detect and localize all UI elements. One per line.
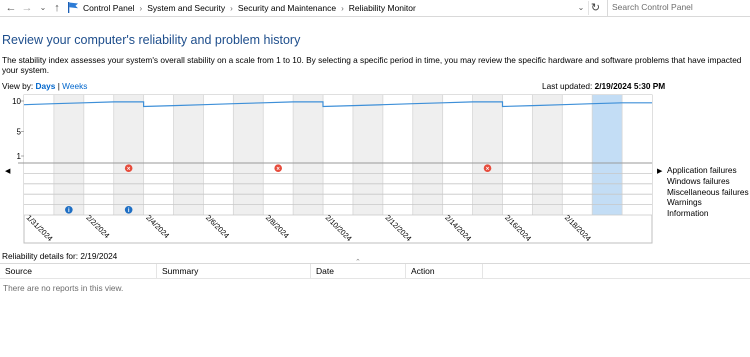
sort-arrow-icon: ⌃ — [355, 259, 361, 266]
chart-column-2/16[interactable] — [502, 95, 533, 215]
chart-column-2/18[interactable] — [562, 95, 593, 215]
chart-column-2/19[interactable] — [592, 95, 623, 215]
page-title: Review your computer's reliability and p… — [2, 33, 301, 47]
chart-column-2/1[interactable] — [53, 95, 84, 215]
chart-column-2/7[interactable] — [233, 95, 264, 215]
y-tick-label: 10 — [12, 97, 21, 106]
reliability-chart[interactable]: 10 5 1 × × × i i 1/31/2024 2/2/2024 2/4/2024 2/6/20… — [0, 93, 750, 245]
column-header-source[interactable]: Source — [0, 264, 157, 279]
reliability-details-label: Reliability details for: 2/19/2024 — [2, 251, 118, 261]
address-path[interactable]: Control Panel › System and Security › Securi… — [65, 0, 585, 16]
breadcrumb-reliability-monitor[interactable]: Reliability Monitor — [349, 3, 416, 13]
scroll-left-arrow-icon[interactable]: ◀ — [5, 167, 11, 175]
y-tick-label: 5 — [17, 128, 22, 137]
chart-column-2/12[interactable] — [382, 95, 413, 215]
column-header-summary[interactable]: Summary — [157, 264, 311, 279]
event-label-information: Information — [667, 208, 709, 219]
event-label-application-failures: Application failures — [667, 165, 737, 175]
error-icon-glyph: × — [276, 167, 280, 173]
page-description: The stability index assesses your system… — [2, 55, 742, 75]
breadcrumb-separator-icon[interactable]: › — [135, 4, 148, 13]
view-by-label: View by: — [2, 81, 34, 91]
y-tick-label: 1 — [17, 152, 22, 161]
address-bar: ← → ⌄ ↑ Control Panel › System and Securit… — [0, 0, 750, 17]
breadcrumb: Control Panel › System and Security › Securi… — [83, 2, 416, 15]
view-days-link[interactable]: Days — [36, 81, 56, 91]
reliability-chart-svg[interactable]: 1051× × ×i i1/31/2024 2/2/2024 2/4/2024 2/6/20… — [0, 93, 750, 245]
event-row-labels: Application failures Windows failures Mi… — [667, 165, 749, 219]
empty-reports-message: There are no reports in this view. — [3, 283, 124, 293]
address-dropdown-chevron-icon[interactable]: ⌄ — [576, 2, 586, 14]
breadcrumb-system-and-security[interactable]: System and Security — [147, 3, 225, 13]
view-weeks-link[interactable]: Weeks — [62, 81, 87, 91]
column-header-date[interactable]: Date — [311, 264, 406, 279]
search-input[interactable]: Search Control Panel — [607, 0, 750, 16]
recent-locations-chevron-icon[interactable]: ⌄ — [36, 1, 50, 15]
chart-column-2/11[interactable] — [352, 95, 383, 215]
chart-column-2/14[interactable] — [442, 95, 473, 215]
chart-column-2/20[interactable] — [622, 95, 652, 215]
chart-column-2/13[interactable] — [412, 95, 443, 215]
chart-column-2/2[interactable] — [83, 95, 114, 215]
last-updated-value: 2/19/2024 5:30 PM — [594, 81, 666, 91]
column-header-action[interactable]: Action — [406, 264, 483, 279]
chart-column-2/15[interactable] — [472, 95, 503, 215]
chart-column-2/3[interactable] — [113, 95, 144, 215]
chart-column-2/4[interactable] — [143, 95, 174, 215]
search-placeholder: Search Control Panel — [612, 2, 693, 12]
view-by-selector: View by: Days | Weeks — [2, 81, 87, 91]
breadcrumb-separator-icon[interactable]: › — [336, 4, 349, 13]
error-icon-glyph: × — [127, 167, 131, 173]
event-label-windows-failures: Windows failures — [667, 175, 730, 186]
reports-table: Source Summary Date Action ⌃ There are n… — [0, 259, 750, 357]
breadcrumb-control-panel[interactable]: Control Panel — [83, 3, 135, 13]
chart-column-2/8[interactable] — [263, 95, 294, 215]
back-arrow-icon[interactable]: ← — [4, 1, 18, 15]
breadcrumb-separator-icon[interactable]: › — [225, 4, 238, 13]
chart-column-2/9[interactable] — [293, 95, 324, 215]
chart-column-2/10[interactable] — [323, 95, 353, 215]
breadcrumb-security-and-maintenance[interactable]: Security and Maintenance — [238, 3, 336, 13]
up-arrow-icon[interactable]: ↑ — [50, 1, 64, 15]
chart-column-1/31[interactable] — [24, 95, 54, 215]
event-label-warnings: Warnings — [667, 197, 702, 208]
view-separator: | — [57, 81, 60, 91]
event-label-miscellaneous-failures: Miscellaneous failures — [667, 186, 749, 197]
chart-column-2/17[interactable] — [532, 95, 563, 215]
last-updated: Last updated: 2/19/2024 5:30 PM — [542, 81, 665, 91]
table-header: Source Summary Date Action ⌃ — [0, 259, 750, 279]
last-updated-label: Last updated: — [542, 81, 593, 91]
control-panel-flag-icon — [68, 2, 78, 13]
refresh-icon[interactable]: ↻ — [588, 1, 602, 15]
error-icon-glyph: × — [486, 167, 490, 173]
chart-column-2/5[interactable] — [173, 95, 204, 215]
chart-column-2/6[interactable] — [203, 95, 234, 215]
scroll-right-arrow-icon[interactable]: ▶ — [657, 167, 663, 175]
forward-arrow-icon[interactable]: → — [20, 1, 34, 15]
